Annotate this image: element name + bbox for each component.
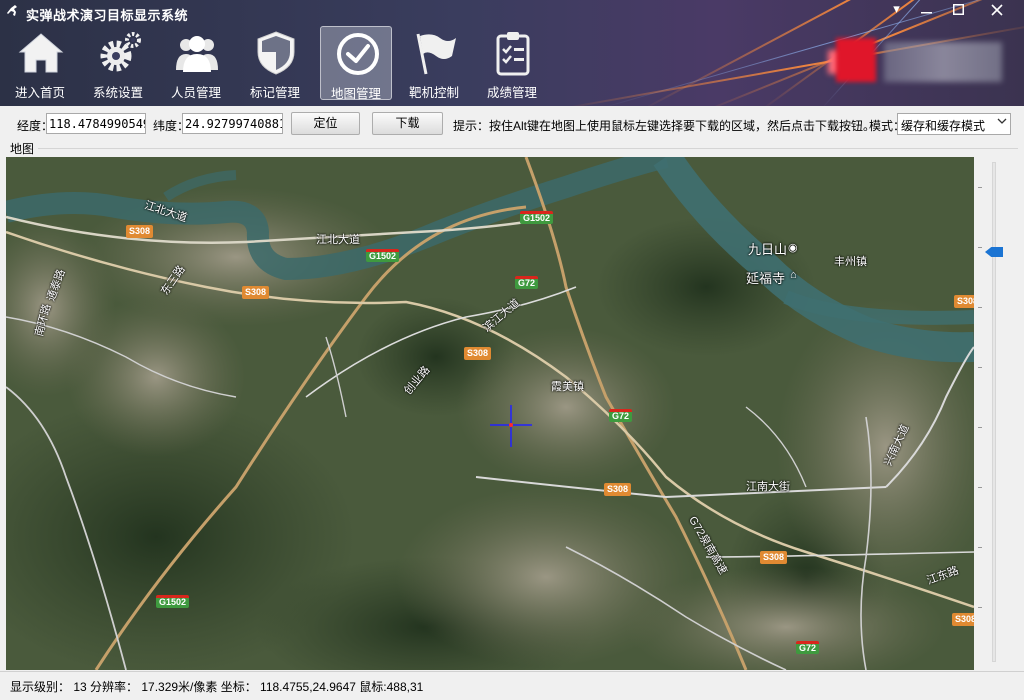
app-runner-icon [7,4,21,20]
road-shield: G1502 [156,595,190,608]
slider-tick [978,547,982,548]
road-shield: S308 [242,286,270,299]
home-icon [18,33,64,73]
road-shield: S308 [952,613,974,626]
road-shield: G1502 [366,249,400,262]
road-shield: S308 [760,551,788,564]
hint-text: 提示：按住Alt键在地图上使用鼠标左键选择要下载的区域，然后点击下载按钮。 [453,119,876,133]
road-shield: S308 [464,347,492,360]
minimize-button[interactable] [913,0,940,20]
road-shield: S308 [954,295,974,308]
road-shield: S308 [126,225,154,238]
dropdown-icon[interactable]: ▾ [883,0,910,20]
place-label: 九日山 [748,242,788,257]
slider-tick [978,367,982,368]
header-banner: 实弹战术演习目标显示系统 ▾ 进入首页 系统设置 人员管理 标记管理 地图管理 … [0,0,1024,106]
toolbar-map-button[interactable]: 地图管理 [320,26,392,101]
toolbar-label: 进入首页 [14,86,65,100]
close-button[interactable] [979,0,1015,20]
temple-icon: ⌂ [790,269,797,281]
road-shield: S308 [604,483,632,496]
slider-tick [978,307,982,308]
toolbar-target-button[interactable]: 靶机控制 [398,26,470,100]
road-shield: G1502 [520,211,554,224]
longitude-input[interactable]: 118.478499054909 [46,113,146,134]
maximize-button[interactable] [945,0,972,20]
zoom-slider-track[interactable] [992,162,996,662]
check-circle-icon [337,33,379,75]
status-text: 显示级别： 13 分辨率： 17.329米/像素 坐标： 118.4755,24… [10,680,424,694]
toolbar-score-button[interactable]: 成绩管理 [476,26,548,100]
locate-button[interactable]: 定位 [291,112,360,135]
slider-tick [978,187,982,188]
status-bar: 显示级别： 13 分辨率： 17.329米/像素 坐标： 118.4755,24… [0,671,1024,700]
toolbar-home-button[interactable]: 进入首页 [4,26,76,100]
toolbar-users-button[interactable]: 人员管理 [160,26,232,100]
title-bar: 实弹战术演习目标显示系统 ▾ [0,0,1024,24]
toolbar-label: 标记管理 [249,86,300,100]
flag-icon [416,33,456,75]
toolbar-label: 成绩管理 [486,86,537,100]
blurred-logo [828,30,1008,96]
zoom-slider-thumb[interactable] [985,247,1003,257]
toolbar-label: 靶机控制 [408,86,459,100]
toolbar-label: 人员管理 [170,86,221,100]
slider-tick [978,487,982,488]
road-shield: G72 [515,276,539,289]
road-label: 江南大街 [746,481,790,493]
coordinate-controls: 经度： 118.478499054909 纬度： 24.927997408810… [0,106,1024,142]
users-icon [176,36,218,72]
shield-icon [257,31,295,75]
slider-tick [978,427,982,428]
toolbar-label: 地图管理 [330,87,381,101]
window-title: 实弹战术演习目标显示系统 [26,8,189,23]
zoom-slider[interactable] [975,157,1020,670]
slider-tick [978,247,982,248]
satellite-map[interactable]: S308 S308 S308 S308 S308 S308 S308 G1502… [6,157,974,670]
road-shield: G72 [609,409,633,422]
mode-select[interactable]: 缓存和缓存模式 [897,113,1011,135]
chevron-down-icon [997,116,1007,129]
toolbar-settings-button[interactable]: 系统设置 [82,26,154,100]
toolbar-label: 系统设置 [92,86,143,100]
clipboard-icon [496,32,530,76]
place-label: 丰州镇 [834,256,867,268]
slider-tick [978,607,982,608]
place-label: 延福寺 [746,271,786,286]
place-label: 霞美镇 [551,381,584,393]
gear-icon [100,32,141,72]
road-shield: G72 [796,641,820,654]
toolbar-marker-button[interactable]: 标记管理 [239,26,311,100]
download-button[interactable]: 下载 [372,112,443,135]
map-group-label: 地图 [10,140,38,157]
latitude-input[interactable]: 24.9279974088102 [182,113,283,134]
group-divider [38,148,1018,149]
road-label: 江北大道 [316,234,360,246]
mode-select-value: 缓存和缓存模式 [901,119,986,133]
temple-icon: ◉ [788,242,798,254]
